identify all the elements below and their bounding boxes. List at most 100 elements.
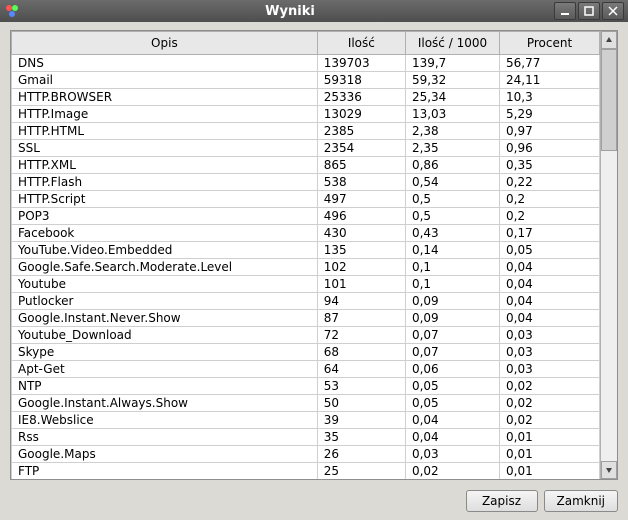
client-area: Opis Ilość Ilość / 1000 Procent DNS13970… [0,22,628,520]
cell-ilosc: 2385 [317,123,405,140]
col-header-opis[interactable]: Opis [12,32,318,55]
cell-ilosc: 64 [317,361,405,378]
cell-opis: Google.Instant.Never.Show [12,310,318,327]
table-row[interactable]: IE8.Webslice390,040,02 [12,412,600,429]
scroll-thumb[interactable] [601,49,617,151]
table-row[interactable]: SSL23542,350,96 [12,140,600,157]
cell-procent: 0,96 [500,140,600,157]
cell-opis: Skype [12,344,318,361]
close-dialog-button[interactable]: Zamknij [544,490,619,512]
cell-ilosc: 94 [317,293,405,310]
cell-procent: 56,77 [500,55,600,72]
cell-ilosc1000: 0,05 [405,378,499,395]
cell-opis: HTTP.Flash [12,174,318,191]
minimize-button[interactable] [554,2,576,20]
cell-opis: Rss [12,429,318,446]
table-row[interactable]: Gmail5931859,3224,11 [12,72,600,89]
save-button[interactable]: Zapisz [466,490,538,512]
table-row[interactable]: Skype680,070,03 [12,344,600,361]
scroll-up-button[interactable] [601,31,617,49]
cell-opis: IE8.Webslice [12,412,318,429]
vertical-scrollbar[interactable] [600,31,617,479]
close-button[interactable] [602,2,624,20]
cell-ilosc: 496 [317,208,405,225]
results-table-container: Opis Ilość Ilość / 1000 Procent DNS13970… [10,30,618,480]
cell-opis: Gmail [12,72,318,89]
cell-ilosc: 53 [317,378,405,395]
cell-opis: HTTP.Script [12,191,318,208]
cell-procent: 0,04 [500,310,600,327]
cell-opis: HTTP.XML [12,157,318,174]
cell-opis: HTTP.HTML [12,123,318,140]
cell-ilosc1000: 25,34 [405,89,499,106]
cell-ilosc1000: 0,07 [405,344,499,361]
table-row[interactable]: Google.Safe.Search.Moderate.Level1020,10… [12,259,600,276]
table-row[interactable]: HTTP.Image1302913,035,29 [12,106,600,123]
table-row[interactable]: NTP530,050,02 [12,378,600,395]
cell-ilosc: 59318 [317,72,405,89]
table-row[interactable]: HTTP.HTML23852,380,97 [12,123,600,140]
cell-ilosc: 13029 [317,106,405,123]
cell-ilosc1000: 0,04 [405,412,499,429]
col-header-procent[interactable]: Procent [500,32,600,55]
cell-procent: 0,04 [500,276,600,293]
cell-ilosc: 139703 [317,55,405,72]
cell-ilosc1000: 0,09 [405,293,499,310]
cell-ilosc1000: 0,5 [405,191,499,208]
cell-ilosc1000: 0,86 [405,157,499,174]
table-row[interactable]: FTP250,020,01 [12,463,600,480]
cell-procent: 0,35 [500,157,600,174]
table-row[interactable]: Apt-Get640,060,03 [12,361,600,378]
cell-opis: POP3 [12,208,318,225]
table-row[interactable]: HTTP.Flash5380,540,22 [12,174,600,191]
table-row[interactable]: YouTube.Video.Embedded1350,140,05 [12,242,600,259]
table-row[interactable]: HTTP.BROWSER2533625,3410,3 [12,89,600,106]
table-row[interactable]: Rss350,040,01 [12,429,600,446]
cell-procent: 0,01 [500,429,600,446]
cell-ilosc1000: 139,7 [405,55,499,72]
cell-procent: 5,29 [500,106,600,123]
cell-ilosc: 2354 [317,140,405,157]
cell-opis: DNS [12,55,318,72]
cell-opis: SSL [12,140,318,157]
scroll-down-button[interactable] [601,461,617,479]
col-header-ilosc1000[interactable]: Ilość / 1000 [405,32,499,55]
table-row[interactable]: HTTP.Script4970,50,2 [12,191,600,208]
cell-ilosc: 72 [317,327,405,344]
scroll-track[interactable] [601,49,617,461]
cell-ilosc: 430 [317,225,405,242]
cell-procent: 0,17 [500,225,600,242]
cell-ilosc1000: 2,35 [405,140,499,157]
cell-procent: 0,2 [500,191,600,208]
table-row[interactable]: Google.Instant.Never.Show870,090,04 [12,310,600,327]
table-row[interactable]: POP34960,50,2 [12,208,600,225]
maximize-button[interactable] [578,2,600,20]
cell-ilosc1000: 0,09 [405,310,499,327]
cell-ilosc1000: 0,1 [405,276,499,293]
table-row[interactable]: Youtube1010,10,04 [12,276,600,293]
table-row[interactable]: Facebook4300,430,17 [12,225,600,242]
app-icon [4,3,20,19]
table-row[interactable]: HTTP.XML8650,860,35 [12,157,600,174]
cell-procent: 0,04 [500,293,600,310]
cell-opis: Google.Instant.Always.Show [12,395,318,412]
table-row[interactable]: Putlocker940,090,04 [12,293,600,310]
cell-opis: HTTP.Image [12,106,318,123]
cell-ilosc: 68 [317,344,405,361]
col-header-ilosc[interactable]: Ilość [317,32,405,55]
cell-ilosc1000: 0,04 [405,429,499,446]
cell-ilosc: 26 [317,446,405,463]
table-row[interactable]: Google.Instant.Always.Show500,050,02 [12,395,600,412]
table-row[interactable]: Youtube_Download720,070,03 [12,327,600,344]
cell-ilosc: 35 [317,429,405,446]
cell-ilosc1000: 0,43 [405,225,499,242]
cell-procent: 0,04 [500,259,600,276]
table-row[interactable]: DNS139703139,756,77 [12,55,600,72]
cell-ilosc: 87 [317,310,405,327]
cell-ilosc1000: 0,06 [405,361,499,378]
table-row[interactable]: Google.Maps260,030,01 [12,446,600,463]
cell-ilosc1000: 0,1 [405,259,499,276]
cell-ilosc: 101 [317,276,405,293]
cell-procent: 0,02 [500,378,600,395]
cell-ilosc1000: 0,03 [405,446,499,463]
